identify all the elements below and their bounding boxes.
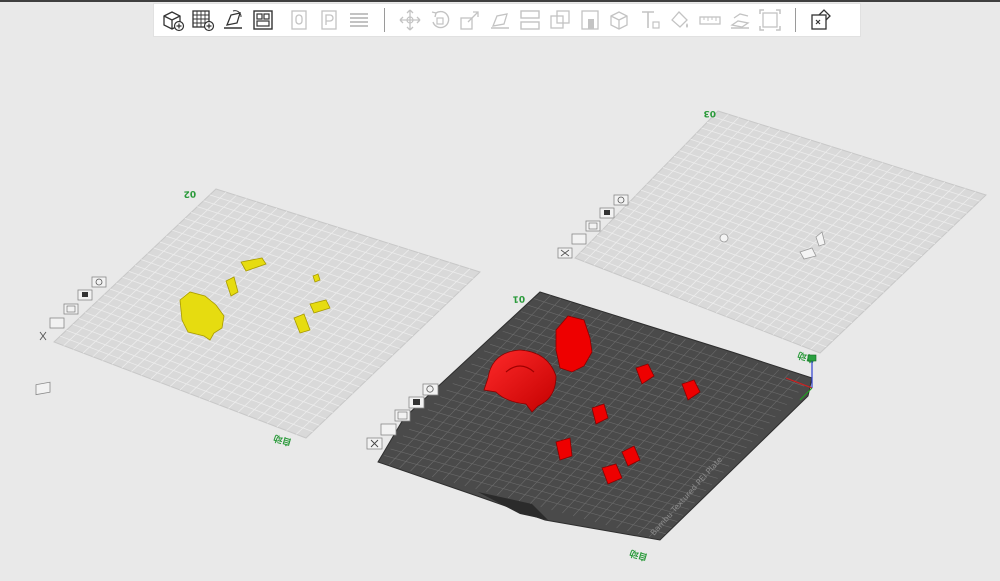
plate-02-settings-icon[interactable] [91, 276, 107, 288]
plate-02-orient-icon[interactable] [49, 317, 65, 329]
plate-03-arrange-icon[interactable] [585, 220, 601, 232]
plate-01-arrange-icon[interactable] [394, 409, 411, 422]
3d-scene-viewport[interactable]: 02 自动 03 自动 01 自动 Bambu Textured PEI Pla… [0, 0, 1000, 581]
plate-02-auto-label: 自动 [272, 432, 293, 449]
plate-01-lock-icon[interactable] [408, 396, 425, 409]
plate-02-number: 02 [183, 188, 196, 198]
plate-01-auto-label: 自动 [628, 547, 649, 564]
plate-03-lock-icon[interactable] [599, 207, 615, 219]
plate-02-close-icon[interactable] [35, 331, 51, 396]
small-part [719, 233, 729, 243]
plate-01-number: 01 [512, 293, 525, 303]
plate-02-arrange-icon[interactable] [63, 303, 79, 315]
plate-01-orient-icon[interactable] [380, 423, 397, 436]
plate-03-settings-icon[interactable] [613, 194, 629, 206]
plate-02-lock-icon[interactable] [77, 289, 93, 301]
plate-01-settings-icon[interactable] [422, 383, 439, 396]
plate-03-close-icon[interactable] [557, 247, 573, 259]
plate-01-close-icon[interactable] [366, 437, 383, 450]
plate-03-orient-icon[interactable] [571, 233, 587, 245]
plate-01[interactable]: 01 自动 Bambu Textured PEI Plate [366, 291, 817, 564]
plate-03-number: 03 [703, 108, 716, 118]
